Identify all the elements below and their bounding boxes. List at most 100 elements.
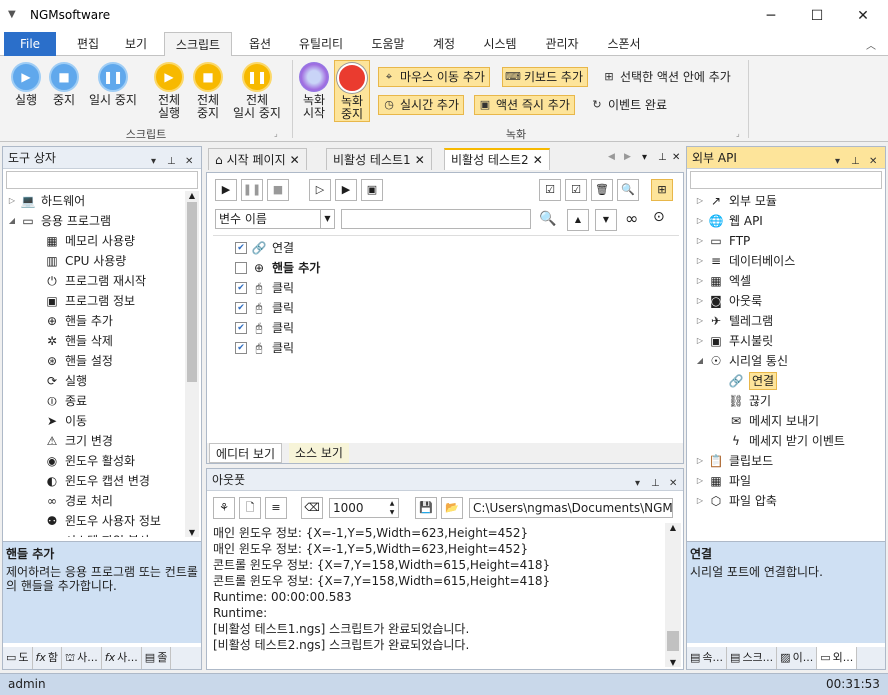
toolbox-item[interactable]: ▣ 프로그램 정보 — [5, 291, 185, 311]
action-row[interactable]: ✔ 🔗 연결 — [235, 238, 679, 258]
tab-view[interactable]: 보기 — [114, 32, 158, 56]
close-tab-icon[interactable]: ✕ — [415, 149, 425, 171]
scroll-up-icon[interactable]: ▲ — [665, 523, 681, 532]
tab-test2[interactable]: 비활성 테스트2 ✕ — [444, 148, 550, 170]
dropdown-icon[interactable]: ▾ — [835, 151, 840, 173]
tab-user[interactable]: ⛫ 사... — [62, 647, 102, 669]
tab-list-icon[interactable]: ▾ — [642, 152, 647, 163]
tab-scroll-left-icon[interactable]: ◀ — [608, 152, 615, 162]
run-all-button[interactable]: ▶ 전체 실행 — [148, 62, 190, 120]
run-script-icon[interactable]: ▶ — [215, 179, 237, 201]
toolbox-item[interactable]: ▤시스템 파일 복사 — [5, 531, 185, 537]
tab-scroll-right-icon[interactable]: ▶ — [624, 152, 631, 162]
stop-all-button[interactable]: ■ 전체 중지 — [188, 62, 228, 120]
api-item[interactable]: ▷ ▣ 푸시불릿 — [693, 331, 883, 351]
scroll-up-icon[interactable]: ▲ — [185, 191, 199, 200]
toolbox-search-input[interactable] — [6, 171, 198, 189]
toolbox-scrollbar[interactable]: ▲ ▼ — [185, 191, 199, 537]
dropdown-icon[interactable]: ▾ — [635, 473, 640, 495]
close-tab-icon[interactable]: ✕ — [533, 149, 543, 171]
action-checkbox[interactable]: ✔ — [235, 242, 247, 254]
record-stop-button[interactable]: 녹화 중지 — [334, 60, 370, 122]
api-serial-item[interactable]: ϟ 메세지 받기 이벤트 — [693, 431, 883, 451]
toolbox-item[interactable]: ⏻ 프로그램 재시작 — [5, 271, 185, 291]
window-menu-icon[interactable]: ▼ — [8, 9, 16, 20]
api-item[interactable]: ▷ ⬡ 파일 압축 — [693, 491, 883, 511]
toolbox-item[interactable]: ⏼ 종료 — [5, 391, 185, 411]
tab-properties[interactable]: ▤ 속... — [687, 647, 728, 669]
tab-test1[interactable]: 비활성 테스트1 ✕ — [326, 148, 432, 170]
pause-button[interactable]: ❚❚ 일시 중지 — [84, 62, 142, 107]
minimize-button[interactable]: ─ — [748, 0, 794, 32]
event-complete-button[interactable]: ↻ 이벤트 완료 — [586, 95, 672, 115]
toolbox-item[interactable]: ➤ 이동 — [5, 411, 185, 431]
action-row[interactable]: ✔ 🖰 클릭 — [235, 278, 679, 298]
api-serial-item[interactable]: 🔗 연결 — [693, 371, 883, 391]
expand-icon[interactable]: ▷ — [693, 191, 707, 211]
add-file-icon[interactable]: 🗋 — [239, 497, 261, 519]
api-item[interactable]: ▷ ◙ 아웃룩 — [693, 291, 883, 311]
collapse-ribbon-icon[interactable]: ︿ — [866, 37, 876, 52]
record-start-button[interactable]: 녹화 시작 — [296, 62, 332, 120]
stop-button[interactable]: ■ 중지 — [44, 62, 84, 107]
tab-help[interactable]: 도움말 — [360, 32, 416, 56]
tab-source-view[interactable]: 소스 보기 — [289, 443, 349, 463]
step-over-icon[interactable]: ▣ — [361, 179, 383, 201]
search-icon[interactable]: 🔍 — [539, 211, 556, 227]
pin-icon[interactable]: ⊥ — [167, 151, 176, 173]
tab-system[interactable]: 시스템 — [472, 32, 528, 56]
add-realtime-button[interactable]: ◷ 실시간 추가 — [378, 95, 465, 115]
step-icon[interactable]: ▷ — [309, 179, 331, 201]
tab-account[interactable]: 계정 — [422, 32, 466, 56]
close-button[interactable]: ✕ — [840, 0, 886, 32]
api-item[interactable]: ▷ ↗ 외부 모듈 — [693, 191, 883, 211]
collapse-icon[interactable]: ◢ — [5, 211, 19, 231]
tab-options[interactable]: 옵션 — [238, 32, 282, 56]
toolbox-item[interactable]: ◐ 윈도우 캡션 변경 — [5, 471, 185, 491]
action-row[interactable]: ✔ 🖰 클릭 — [235, 318, 679, 338]
add-mouse-move-button[interactable]: ⌖ 마우스 이동 추가 — [378, 67, 490, 87]
run-button[interactable]: ▶ 실행 — [6, 62, 46, 107]
toolbox-item[interactable]: ⚠ 크기 변경 — [5, 431, 185, 451]
pause-script-icon[interactable]: ❚❚ — [241, 179, 263, 201]
stop-script-icon[interactable]: ■ — [267, 179, 289, 201]
close-icon[interactable]: ✕ — [672, 152, 680, 163]
pin-icon[interactable]: ⊥ — [651, 473, 660, 495]
action-checkbox[interactable] — [235, 262, 247, 274]
pin-icon[interactable]: ⊥ — [851, 151, 860, 173]
close-icon[interactable]: ✕ — [869, 151, 877, 173]
output-scrollbar[interactable]: ▲ ▼ — [665, 523, 681, 667]
tab-script[interactable]: 스크립트 — [164, 32, 232, 57]
tab-toolbox[interactable]: ▭ 도 — [3, 647, 33, 669]
check-icon[interactable]: ☑ — [565, 179, 587, 201]
expand-icon[interactable]: ▷ — [693, 311, 707, 331]
toolbox-item[interactable]: ⊕ 핸들 추가 — [5, 311, 185, 331]
action-row[interactable]: ✔ 🖰 클릭 — [235, 338, 679, 358]
tab-user-func[interactable]: fx 사... — [102, 647, 142, 669]
api-item[interactable]: ▷ ▦ 엑셀 — [693, 271, 883, 291]
api-search-input[interactable] — [690, 171, 882, 189]
expand-icon[interactable]: ▷ — [693, 331, 707, 351]
tab-scripts[interactable]: ▤ 스크... — [727, 647, 778, 669]
pause-all-button[interactable]: ❚❚ 전체 일시 중지 — [228, 62, 286, 120]
tab-editor-view[interactable]: 에디터 보기 — [209, 443, 283, 463]
toolbox-item[interactable]: ⚉ 윈도우 사용자 정보 — [5, 511, 185, 531]
tab-start-page[interactable]: ⌂ 시작 페이지 ✕ — [208, 148, 307, 170]
dialog-launcher-icon[interactable]: ⌟ — [736, 129, 740, 138]
scroll-thumb[interactable] — [187, 202, 197, 382]
add-action-now-button[interactable]: ▣ 액션 즉시 추가 — [474, 95, 575, 115]
api-serial-item[interactable]: ⛓ 끊기 — [693, 391, 883, 411]
move-up-icon[interactable]: ▲ — [567, 209, 589, 231]
api-item[interactable]: ▷ 📋 클립보드 — [693, 451, 883, 471]
variable-search-input[interactable] — [341, 209, 531, 229]
close-tab-icon[interactable]: ✕ — [290, 149, 300, 171]
toolbox-item[interactable]: ◉ 윈도우 활성화 — [5, 451, 185, 471]
expand-icon[interactable]: ▷ — [693, 291, 707, 311]
expand-icon[interactable]: ▷ — [693, 471, 707, 491]
action-checkbox[interactable]: ✔ — [235, 302, 247, 314]
step-into-icon[interactable]: ▶ — [335, 179, 357, 201]
collapse-icon[interactable]: ◢ — [693, 351, 707, 371]
scroll-down-icon[interactable]: ▼ — [665, 658, 681, 667]
expand-icon[interactable]: ▷ — [693, 451, 707, 471]
toolbox-item[interactable]: ✲ 핸들 삭제 — [5, 331, 185, 351]
